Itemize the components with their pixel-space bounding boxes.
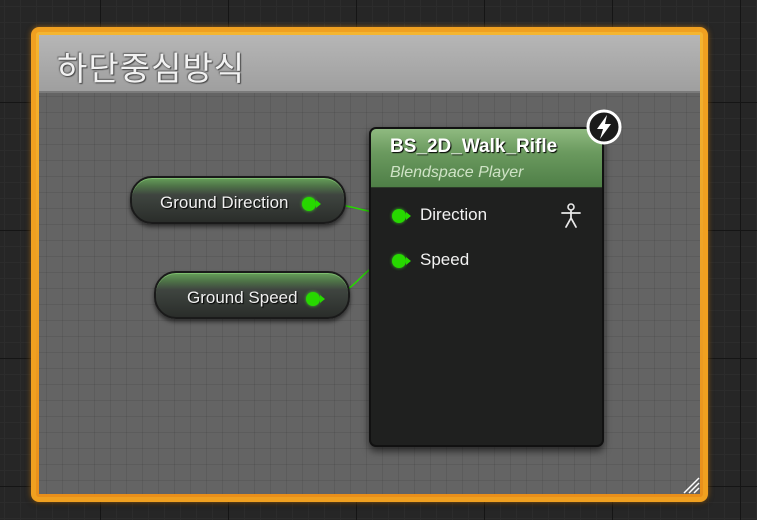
ground-direction-node[interactable]: Ground Direction — [130, 176, 346, 224]
person-icon[interactable] — [560, 203, 582, 229]
ground-speed-node[interactable]: Ground Speed — [154, 271, 350, 319]
ground-direction-label: Ground Direction — [160, 193, 289, 212]
ground-speed-label: Ground Speed — [187, 288, 298, 307]
speed-input-pin[interactable] — [392, 254, 411, 268]
ground-direction-output-pin[interactable] — [302, 197, 321, 211]
direction-input-pin[interactable] — [392, 209, 411, 223]
blendspace-node-header[interactable]: BS_2D_Walk_Rifle Blendspace Player — [371, 129, 602, 188]
direction-pin-label: Direction — [420, 205, 488, 224]
blendspace-node-subtitle: Blendspace Player — [390, 164, 524, 181]
ground-speed-output-pin[interactable] — [306, 292, 325, 306]
lightning-icon — [586, 109, 622, 145]
speed-pin-label: Speed — [420, 250, 470, 269]
blendspace-node-title: BS_2D_Walk_Rifle — [390, 136, 558, 157]
blendspace-player-node[interactable]: BS_2D_Walk_Rifle Blendspace Player Direc… — [369, 127, 604, 447]
